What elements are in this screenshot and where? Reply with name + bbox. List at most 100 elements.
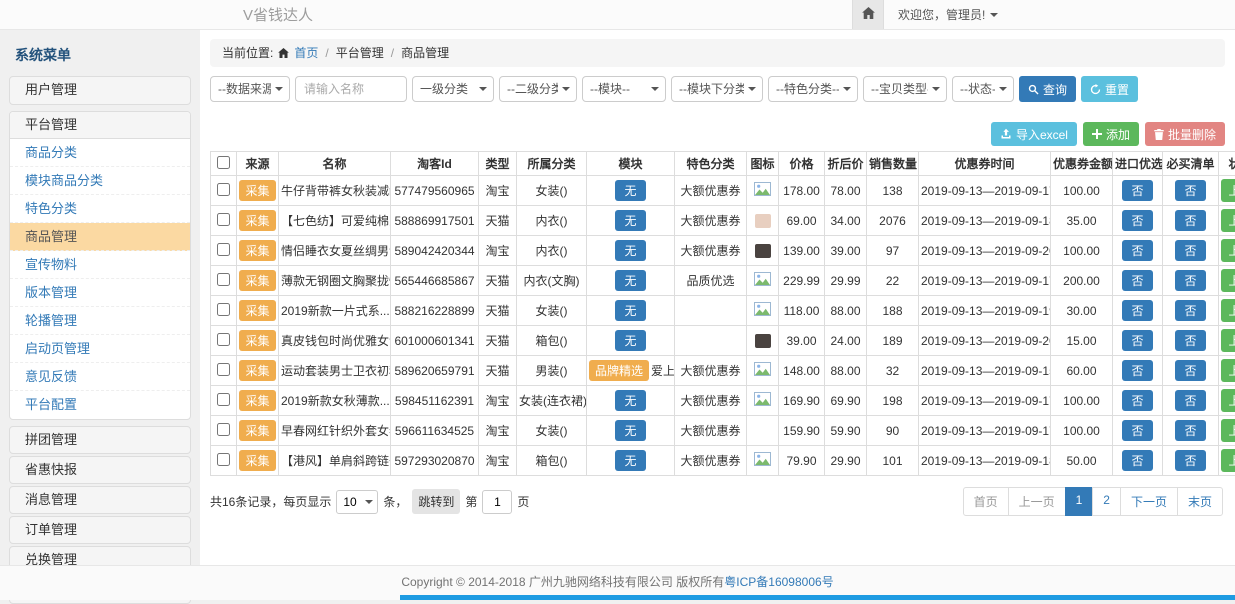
row-checkbox[interactable]: [217, 243, 230, 256]
must-buy-toggle[interactable]: 否: [1175, 450, 1205, 471]
select-all-checkbox[interactable]: [217, 156, 230, 169]
batch-delete-button[interactable]: 批量删除: [1145, 122, 1225, 146]
sidebar-panel-platform-label[interactable]: 平台管理: [10, 112, 190, 139]
search-button[interactable]: 查询: [1019, 76, 1076, 102]
sidebar-item-5[interactable]: 版本管理: [10, 279, 190, 307]
row-checkbox[interactable]: [217, 423, 230, 436]
module-badge[interactable]: 无: [615, 330, 645, 351]
module-badge[interactable]: 无: [615, 210, 645, 231]
row-checkbox[interactable]: [217, 183, 230, 196]
module-badge[interactable]: 无: [615, 420, 645, 441]
filter-select-4[interactable]: --模块--: [582, 76, 666, 102]
reset-button[interactable]: 重置: [1081, 76, 1138, 102]
row-checkbox[interactable]: [217, 393, 230, 406]
module-badge[interactable]: 品牌精选: [589, 360, 649, 381]
name-search-input[interactable]: [295, 76, 407, 102]
import-excel-button[interactable]: 导入excel: [991, 122, 1077, 146]
breadcrumb-home-link[interactable]: 首页: [294, 40, 318, 67]
filter-select-3[interactable]: --二级分类--: [499, 76, 577, 102]
row-checkbox[interactable]: [217, 333, 230, 346]
home-button[interactable]: [852, 0, 884, 29]
filter-select-0[interactable]: --数据来源--: [210, 76, 290, 102]
must-buy-toggle[interactable]: 否: [1175, 390, 1205, 411]
page-number-input[interactable]: [482, 490, 512, 514]
user-menu[interactable]: 欢迎您，管理员!: [884, 0, 1012, 29]
status-button[interactable]: 上架: [1221, 389, 1235, 412]
module-badge[interactable]: 无: [615, 390, 645, 411]
sidebar-panel-bottom-0[interactable]: 拼团管理: [9, 426, 191, 454]
icp-link[interactable]: 粤ICP备16098006号: [724, 575, 833, 589]
sidebar-item-9[interactable]: 平台配置: [10, 391, 190, 419]
row-checkbox[interactable]: [217, 303, 230, 316]
row-checkbox[interactable]: [217, 273, 230, 286]
module-badge[interactable]: 无: [615, 270, 645, 291]
sales-cell: 189: [867, 326, 919, 356]
must-buy-toggle[interactable]: 否: [1175, 270, 1205, 291]
pager-button-4[interactable]: 下一页: [1120, 487, 1178, 516]
import-optimal-toggle[interactable]: 否: [1122, 330, 1152, 351]
filter-select-8[interactable]: --状态--: [952, 76, 1014, 102]
import-optimal-toggle[interactable]: 否: [1122, 300, 1152, 321]
pager-button-3[interactable]: 2: [1092, 487, 1121, 516]
sidebar-panel-users-label[interactable]: 用户管理: [10, 77, 190, 104]
sidebar-item-3[interactable]: 商品管理: [10, 223, 190, 251]
sidebar-item-1[interactable]: 模块商品分类: [10, 167, 190, 195]
import-optimal-toggle[interactable]: 否: [1122, 390, 1152, 411]
sidebar-panel-bottom-label-0[interactable]: 拼团管理: [10, 427, 190, 454]
status-button[interactable]: 上架: [1221, 269, 1235, 292]
sidebar-panel-bottom-3[interactable]: 订单管理: [9, 516, 191, 544]
sidebar-item-2[interactable]: 特色分类: [10, 195, 190, 223]
import-optimal-toggle[interactable]: 否: [1122, 180, 1152, 201]
status-button[interactable]: 上架: [1221, 359, 1235, 382]
bottom-scrollbar[interactable]: [400, 595, 1235, 600]
import-optimal-toggle[interactable]: 否: [1122, 420, 1152, 441]
filter-select-6[interactable]: --特色分类--: [768, 76, 858, 102]
per-page-select[interactable]: 10: [336, 490, 378, 514]
sidebar-item-4[interactable]: 宣传物料: [10, 251, 190, 279]
sidebar-item-6[interactable]: 轮播管理: [10, 307, 190, 335]
filter-select-2[interactable]: 一级分类: [412, 76, 494, 102]
module-badge[interactable]: 无: [615, 300, 645, 321]
filter-select-7[interactable]: --宝贝类型--: [863, 76, 947, 102]
module-badge[interactable]: 无: [615, 240, 645, 261]
must-buy-toggle[interactable]: 否: [1175, 330, 1205, 351]
must-buy-toggle[interactable]: 否: [1175, 180, 1205, 201]
import-optimal-toggle[interactable]: 否: [1122, 210, 1152, 231]
row-checkbox[interactable]: [217, 363, 230, 376]
sidebar-panel-bottom-label-2[interactable]: 消息管理: [10, 487, 190, 514]
must-buy-toggle[interactable]: 否: [1175, 420, 1205, 441]
pager-button-2[interactable]: 1: [1065, 487, 1094, 516]
sidebar-panel-bottom-1[interactable]: 省惠快报: [9, 456, 191, 484]
row-checkbox[interactable]: [217, 213, 230, 226]
filter-select-5[interactable]: --模块下分类--: [671, 76, 763, 102]
module-badge[interactable]: 无: [615, 180, 645, 201]
status-button[interactable]: 上架: [1221, 239, 1235, 262]
import-optimal-toggle[interactable]: 否: [1122, 240, 1152, 261]
status-button[interactable]: 上架: [1221, 299, 1235, 322]
status-button[interactable]: 上架: [1221, 209, 1235, 232]
add-button[interactable]: 添加: [1083, 122, 1139, 146]
sidebar-panel-bottom-2[interactable]: 消息管理: [9, 486, 191, 514]
must-buy-toggle[interactable]: 否: [1175, 210, 1205, 231]
sidebar-item-7[interactable]: 启动页管理: [10, 335, 190, 363]
pager-button-5[interactable]: 末页: [1177, 487, 1223, 516]
sidebar-item-0[interactable]: 商品分类: [10, 139, 190, 167]
status-button[interactable]: 上架: [1221, 419, 1235, 442]
import-optimal-toggle[interactable]: 否: [1122, 360, 1152, 381]
row-checkbox[interactable]: [217, 453, 230, 466]
import-optimal-toggle[interactable]: 否: [1122, 270, 1152, 291]
jump-button[interactable]: 跳转到: [412, 489, 460, 514]
sidebar-panel-users[interactable]: 用户管理: [9, 76, 191, 105]
sidebar-panel-bottom-label-3[interactable]: 订单管理: [10, 517, 190, 544]
must-buy-toggle[interactable]: 否: [1175, 300, 1205, 321]
status-button[interactable]: 上架: [1221, 179, 1235, 202]
module-badge[interactable]: 无: [615, 450, 645, 471]
import-optimal-toggle[interactable]: 否: [1122, 450, 1152, 471]
status-button[interactable]: 上架: [1221, 449, 1235, 472]
sidebar-item-8[interactable]: 意见反馈: [10, 363, 190, 391]
status-button[interactable]: 上架: [1221, 329, 1235, 352]
sidebar-panel-bottom-label-1[interactable]: 省惠快报: [10, 457, 190, 484]
source-badge: 采集: [239, 390, 275, 411]
must-buy-toggle[interactable]: 否: [1175, 360, 1205, 381]
must-buy-toggle[interactable]: 否: [1175, 240, 1205, 261]
